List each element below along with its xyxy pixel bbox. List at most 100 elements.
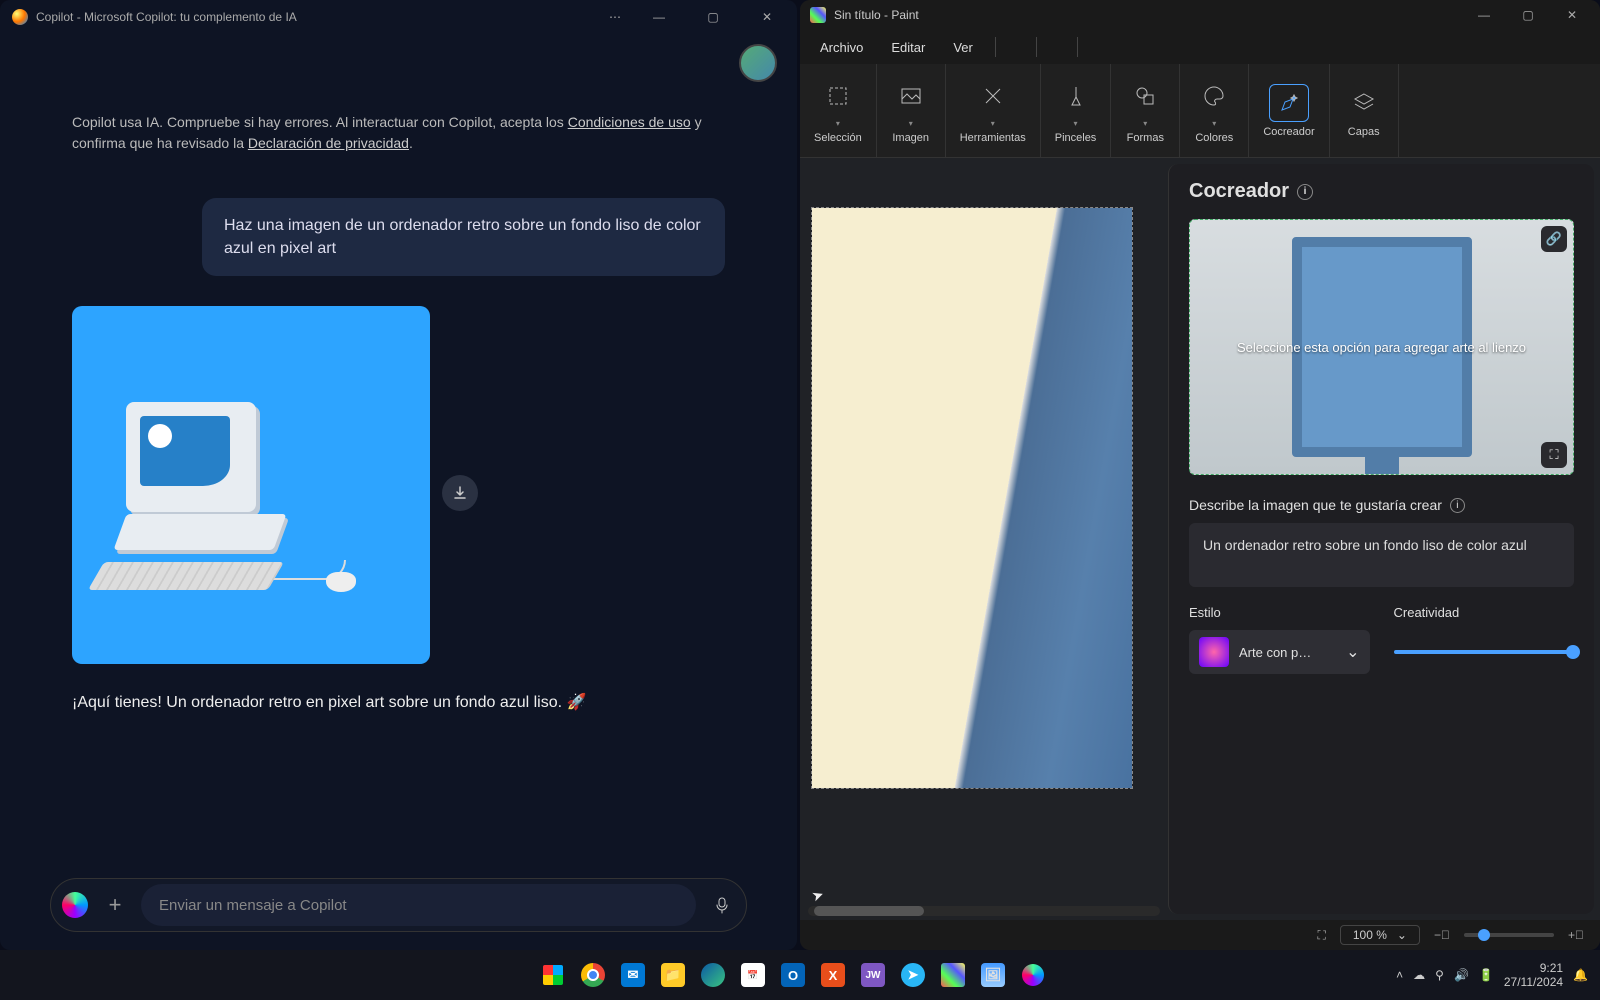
copilot-titlebar: Copilot - Microsoft Copilot: tu compleme… (0, 0, 797, 34)
style-thumbnail-icon (1199, 637, 1229, 667)
clock[interactable]: 9:21 27/11/2024 (1504, 961, 1563, 990)
taskbar-copilot[interactable] (1015, 957, 1051, 993)
link-icon[interactable]: 🔗 (1541, 226, 1567, 252)
cocreator-preview[interactable]: Seleccione esta opción para agregar arte… (1189, 219, 1574, 475)
taskbar-telegram[interactable]: ➤ (895, 957, 931, 993)
system-tray: ˄ ☁ ⚲ 🔊 🔋 9:21 27/11/2024 🔔 (1396, 961, 1600, 990)
message-input[interactable]: Enviar un mensaje a Copilot (141, 884, 696, 926)
privacy-link[interactable]: Declaración de privacidad (248, 135, 409, 151)
creativity-slider[interactable] (1394, 630, 1575, 674)
menubar: Archivo Editar Ver (800, 30, 1600, 64)
menu-edit[interactable]: Editar (879, 34, 937, 61)
zoom-value: 100 % (1353, 928, 1387, 942)
close-button[interactable]: ✕ (749, 3, 785, 31)
ribbon-shapes[interactable]: ▾ Formas (1111, 64, 1180, 157)
user-message-bubble: Haz una imagen de un ordenador retro sob… (202, 198, 725, 276)
paint-statusbar: ⛶ 100 % ⌄ −⃝ +⃝ (800, 920, 1600, 950)
ribbon-selection[interactable]: ▾ Selección (800, 64, 877, 157)
start-button[interactable] (535, 957, 571, 993)
taskbar-paint[interactable] (935, 957, 971, 993)
time-text: 9:21 (1504, 961, 1563, 975)
minimize-button[interactable]: — (1466, 1, 1502, 29)
ribbon-image[interactable]: ▾ Imagen (877, 64, 946, 157)
maximize-button[interactable]: ▢ (695, 3, 731, 31)
battery-icon[interactable]: 🔋 (1479, 968, 1494, 982)
describe-label: Describe la imagen que te gustaría crear… (1189, 497, 1574, 513)
taskbar-explorer[interactable]: 📁 (655, 957, 691, 993)
window-title: Copilot - Microsoft Copilot: tu compleme… (36, 10, 589, 24)
preview-hint: Seleccione esta opción para agregar arte… (1207, 340, 1556, 355)
wifi-icon[interactable]: ⚲ (1435, 968, 1444, 982)
zoom-out-button[interactable]: −⃝ (1434, 928, 1450, 942)
share-icon[interactable] (1047, 38, 1067, 56)
paint-titlebar: Sin título - Paint — ▢ ✕ (800, 0, 1600, 30)
ribbon-tools[interactable]: ▾ Herramientas (946, 64, 1041, 157)
settings-icon[interactable] (1572, 38, 1592, 56)
copilot-app-icon (12, 9, 28, 25)
zoom-select[interactable]: 100 % ⌄ (1340, 925, 1420, 945)
taskbar-mail[interactable]: ✉ (615, 957, 651, 993)
taskbar-photos[interactable]: 🖼 (975, 957, 1011, 993)
taskbar-calendar[interactable]: 📅 (735, 957, 771, 993)
prompt-input[interactable]: Un ordenador retro sobre un fondo liso d… (1189, 523, 1574, 587)
ribbon-colors[interactable]: ▾ Colores (1180, 64, 1249, 157)
horizontal-scrollbar[interactable] (808, 906, 1160, 916)
date-text: 27/11/2024 (1504, 975, 1563, 989)
download-button[interactable] (442, 475, 478, 511)
taskbar-chrome[interactable] (575, 957, 611, 993)
retro-computer-illustration (126, 402, 356, 592)
tray-overflow-icon[interactable]: ˄ (1396, 968, 1403, 982)
style-select[interactable]: Arte con p… ⌄ (1189, 630, 1370, 674)
terms-link[interactable]: Condiciones de uso (568, 114, 691, 130)
style-value: Arte con p… (1239, 645, 1336, 660)
more-icon[interactable]: ⋯ (597, 10, 633, 24)
paint-app-icon (810, 7, 826, 23)
zoom-slider[interactable] (1464, 933, 1554, 937)
expand-icon[interactable]: ⛶ (1541, 442, 1567, 468)
copilot-window: Copilot - Microsoft Copilot: tu compleme… (0, 0, 797, 950)
cocreator-panel: Cocreador i Seleccione esta opción para … (1168, 164, 1594, 914)
style-label: Estilo (1189, 605, 1370, 620)
ribbon: ▾ Selección ▾ Imagen ▾ Herramientas ▾ Pi… (800, 64, 1600, 158)
chevron-down-icon: ⌄ (1346, 642, 1359, 662)
disclaimer-text: Copilot usa IA. Compruebe si hay errores… (72, 112, 725, 154)
chevron-down-icon: ⌄ (1397, 928, 1407, 942)
menu-file[interactable]: Archivo (808, 34, 875, 61)
close-button[interactable]: ✕ (1554, 1, 1590, 29)
canvas[interactable] (812, 208, 1132, 788)
canvas-area: ➤ (800, 158, 1168, 920)
volume-icon[interactable]: 🔊 (1454, 968, 1469, 982)
cursor-indicator-icon: ➤ (809, 886, 826, 906)
disclaimer-pre: Copilot usa IA. Compruebe si hay errores… (72, 114, 568, 130)
cocreator-heading: Cocreador i (1189, 180, 1574, 203)
menu-view[interactable]: Ver (941, 34, 985, 61)
zoom-in-button[interactable]: +⃝ (1568, 928, 1584, 942)
ribbon-cocreator[interactable]: Cocreador (1249, 64, 1329, 157)
maximize-button[interactable]: ▢ (1510, 1, 1546, 29)
taskbar-app-jw[interactable]: JW (855, 957, 891, 993)
generated-image[interactable] (72, 306, 430, 664)
taskbar-app-x[interactable]: X (815, 957, 851, 993)
taskbar-edge[interactable] (695, 957, 731, 993)
minimize-button[interactable]: — (641, 3, 677, 31)
ribbon-brushes[interactable]: ▾ Pinceles (1041, 64, 1112, 157)
redo-icon (1112, 38, 1132, 56)
cocreator-title: Cocreador (1189, 180, 1289, 203)
ribbon-layers[interactable]: Capas (1330, 64, 1399, 157)
info-icon[interactable]: i (1297, 184, 1313, 200)
save-icon[interactable] (1006, 38, 1026, 56)
add-attachment-button[interactable]: + (101, 891, 129, 919)
undo-icon[interactable] (1088, 38, 1108, 56)
taskbar: ✉ 📁 📅 O X JW ➤ 🖼 ˄ ☁ ⚲ 🔊 🔋 9:21 27/11/20… (0, 950, 1600, 1000)
paint-window: Sin título - Paint — ▢ ✕ Archivo Editar … (800, 0, 1600, 950)
notifications-icon[interactable]: 🔔 (1573, 968, 1588, 982)
info-icon[interactable]: i (1450, 498, 1465, 513)
onedrive-icon[interactable]: ☁ (1413, 968, 1425, 982)
copilot-logo-icon[interactable] (61, 891, 89, 919)
assistant-response: ¡Aquí tienes! Un ordenador retro en pixe… (72, 692, 725, 712)
taskbar-outlook[interactable]: O (775, 957, 811, 993)
fit-screen-icon[interactable]: ⛶ (1317, 928, 1325, 943)
message-input-bar: + Enviar un mensaje a Copilot (50, 878, 747, 932)
account-icon[interactable] (1548, 38, 1568, 56)
microphone-button[interactable] (708, 891, 736, 919)
